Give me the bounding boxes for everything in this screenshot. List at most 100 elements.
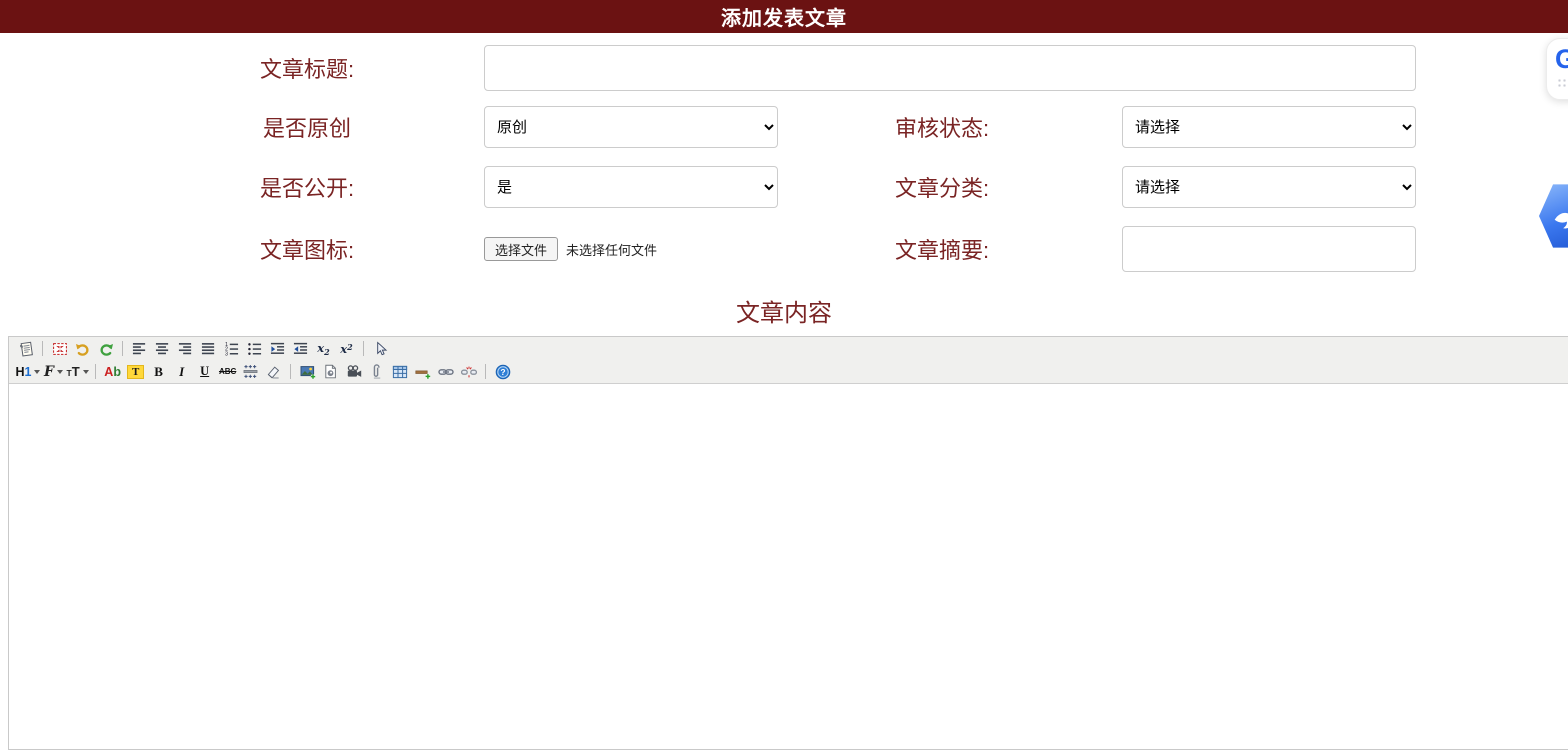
superscript-button[interactable]: x2 bbox=[337, 339, 357, 358]
help-icon: ? bbox=[495, 364, 511, 380]
remove-format-icon bbox=[266, 364, 281, 379]
toolbar-row-1: 123 x2 x2 bbox=[14, 337, 1568, 360]
bird-icon bbox=[1549, 199, 1568, 233]
heading-icon: H1 bbox=[16, 365, 41, 379]
unlink-icon bbox=[461, 364, 477, 380]
bold-button[interactable]: B bbox=[149, 362, 169, 381]
ordered-list-button[interactable]: 123 bbox=[222, 339, 242, 358]
insert-media-button[interactable] bbox=[344, 362, 364, 381]
underline-icon: U bbox=[200, 364, 209, 379]
title-input[interactable] bbox=[484, 45, 1416, 91]
unordered-list-button[interactable] bbox=[245, 339, 265, 358]
italic-icon: I bbox=[179, 364, 184, 380]
insert-table-icon bbox=[392, 364, 408, 380]
form-row-public-category: 是否公开: 是 文章分类: 请选择 bbox=[0, 166, 1568, 208]
insert-table-button[interactable] bbox=[390, 362, 410, 381]
extension-g-logo-icon: G bbox=[1555, 44, 1568, 75]
review-select[interactable]: 请选择 bbox=[1122, 106, 1416, 148]
redo-button[interactable] bbox=[96, 339, 116, 358]
align-center-button[interactable] bbox=[153, 339, 173, 358]
browser-extension-button[interactable]: G bbox=[1546, 38, 1568, 100]
indent-button[interactable] bbox=[268, 339, 288, 358]
align-right-button[interactable] bbox=[176, 339, 196, 358]
toolbar-separator bbox=[485, 364, 486, 379]
form-row-title: 文章标题: bbox=[0, 45, 1568, 91]
remove-format-button[interactable] bbox=[264, 362, 284, 381]
select-cursor-icon bbox=[373, 341, 388, 356]
unlink-button[interactable] bbox=[459, 362, 479, 381]
redo-icon bbox=[98, 341, 114, 357]
fullscreen-icon bbox=[52, 341, 68, 357]
toolbar-separator bbox=[122, 341, 123, 356]
text-color-icon: Ab bbox=[104, 365, 121, 379]
category-label: 文章分类: bbox=[790, 171, 1122, 203]
toolbar-separator bbox=[42, 341, 43, 356]
original-select[interactable]: 原创 bbox=[484, 106, 778, 148]
insert-flash-button[interactable] bbox=[321, 362, 341, 381]
insert-link-button[interactable] bbox=[436, 362, 456, 381]
subscript-icon: x2 bbox=[317, 341, 329, 357]
fullscreen-button[interactable] bbox=[50, 339, 70, 358]
font-family-icon: F bbox=[44, 364, 63, 380]
title-label: 文章标题: bbox=[0, 52, 484, 84]
text-color-button[interactable]: Ab bbox=[103, 362, 123, 381]
help-button[interactable]: ? bbox=[493, 362, 513, 381]
heading-button[interactable]: H1 bbox=[16, 362, 41, 381]
select-cursor-button[interactable] bbox=[371, 339, 391, 358]
form-row-icon-summary: 文章图标: 选择文件 未选择任何文件 文章摘要: bbox=[0, 226, 1568, 270]
toolbar-separator bbox=[95, 364, 96, 379]
insert-media-icon bbox=[346, 364, 362, 380]
drag-handle-dots-icon bbox=[1557, 78, 1568, 87]
editor-toolbar: 123 x2 x2 H1FTT Ab TBI U ABC? bbox=[9, 337, 1568, 384]
align-right-icon bbox=[178, 341, 193, 356]
summary-input[interactable] bbox=[1122, 226, 1416, 272]
italic-button[interactable]: I bbox=[172, 362, 192, 381]
page-break-button[interactable] bbox=[241, 362, 261, 381]
form-row-original-review: 是否原创 原创 审核状态: 请选择 bbox=[0, 106, 1568, 148]
strikethrough-button[interactable]: ABC bbox=[218, 362, 238, 381]
font-size-icon: TT bbox=[66, 364, 88, 379]
align-left-button[interactable] bbox=[130, 339, 150, 358]
font-family-button[interactable]: F bbox=[43, 362, 63, 381]
review-label: 审核状态: bbox=[790, 111, 1122, 143]
editor-content-area[interactable] bbox=[9, 384, 1568, 749]
public-select[interactable]: 是 bbox=[484, 166, 778, 208]
attach-file-button[interactable] bbox=[367, 362, 387, 381]
public-label: 是否公开: bbox=[0, 171, 484, 203]
insert-hr-icon bbox=[415, 364, 431, 380]
insert-flash-icon bbox=[323, 364, 338, 379]
highlight-icon: T bbox=[127, 365, 143, 379]
page-title: 添加发表文章 bbox=[721, 2, 847, 31]
superscript-icon: x2 bbox=[340, 342, 352, 356]
justify-button[interactable] bbox=[199, 339, 219, 358]
choose-file-button[interactable]: 选择文件 bbox=[484, 237, 558, 261]
strikethrough-icon: ABC bbox=[219, 367, 236, 376]
undo-icon bbox=[75, 341, 91, 357]
insert-image-button[interactable] bbox=[298, 362, 318, 381]
insert-image-icon bbox=[300, 364, 316, 380]
bold-icon: B bbox=[154, 364, 163, 380]
underline-button[interactable]: U bbox=[195, 362, 215, 381]
toolbar-separator bbox=[363, 341, 364, 356]
insert-link-icon bbox=[438, 364, 454, 380]
rich-text-editor: 123 x2 x2 H1FTT Ab TBI U ABC? bbox=[8, 336, 1568, 750]
toolbar-separator bbox=[290, 364, 291, 379]
font-size-button[interactable]: TT bbox=[66, 362, 88, 381]
justify-icon bbox=[201, 341, 216, 356]
highlight-button[interactable]: T bbox=[126, 362, 146, 381]
subscript-button[interactable]: x2 bbox=[314, 339, 334, 358]
file-status-text: 未选择任何文件 bbox=[566, 240, 657, 259]
insert-hr-button[interactable] bbox=[413, 362, 433, 381]
attach-file-icon bbox=[369, 364, 384, 379]
align-center-icon bbox=[155, 341, 170, 356]
outdent-icon bbox=[293, 341, 308, 356]
category-select[interactable]: 请选择 bbox=[1122, 166, 1416, 208]
outdent-button[interactable] bbox=[291, 339, 311, 358]
paste-button[interactable] bbox=[16, 339, 36, 358]
svg-text:3: 3 bbox=[225, 351, 228, 356]
undo-button[interactable] bbox=[73, 339, 93, 358]
paste-icon bbox=[18, 341, 34, 357]
indent-icon bbox=[270, 341, 285, 356]
content-heading: 文章内容 bbox=[0, 302, 1568, 326]
original-label: 是否原创 bbox=[0, 111, 484, 143]
